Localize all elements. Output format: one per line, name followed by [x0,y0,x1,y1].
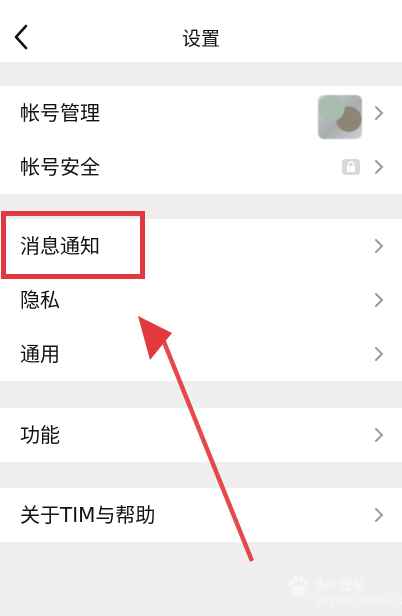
chevron-right-icon [375,239,384,253]
chevron-right-icon [375,428,384,442]
watermark-sub: jingyan.baidu.com [315,594,402,607]
row-label: 帐号安全 [20,155,100,179]
row-label: 帐号管理 [20,101,100,125]
row-about-help[interactable]: 关于TIM与帮助 [0,488,402,542]
page-title: 设置 [181,28,220,50]
row-label: 关于TIM与帮助 [20,503,156,527]
highlight-box [1,211,145,279]
row-privacy[interactable]: 隐私 [0,273,402,327]
row-account-security[interactable]: 帐号安全 [0,140,402,194]
account-group: 帐号管理 帐号安全 [0,86,402,194]
about-group: 关于TIM与帮助 [0,488,402,542]
watermark-text: Bai 经验 [315,578,366,593]
chevron-right-icon [375,106,384,120]
row-general[interactable]: 通用 [0,327,402,381]
features-group: 功能 [0,408,402,462]
row-label: 通用 [20,342,60,366]
row-features[interactable]: 功能 [0,408,402,462]
row-label: 功能 [20,423,60,447]
chevron-right-icon [375,160,384,174]
row-account-management[interactable]: 帐号管理 [0,86,402,140]
avatar [318,95,362,139]
top-bar: 设置 [0,0,402,62]
chevron-right-icon [375,293,384,307]
row-label: 隐私 [20,288,60,312]
chevron-right-icon [375,508,384,522]
paw-logo-icon [288,575,309,597]
chevron-right-icon [375,347,384,361]
watermark: Bai 经验 jingyan.baidu.com [285,574,402,612]
lock-icon [342,159,360,175]
